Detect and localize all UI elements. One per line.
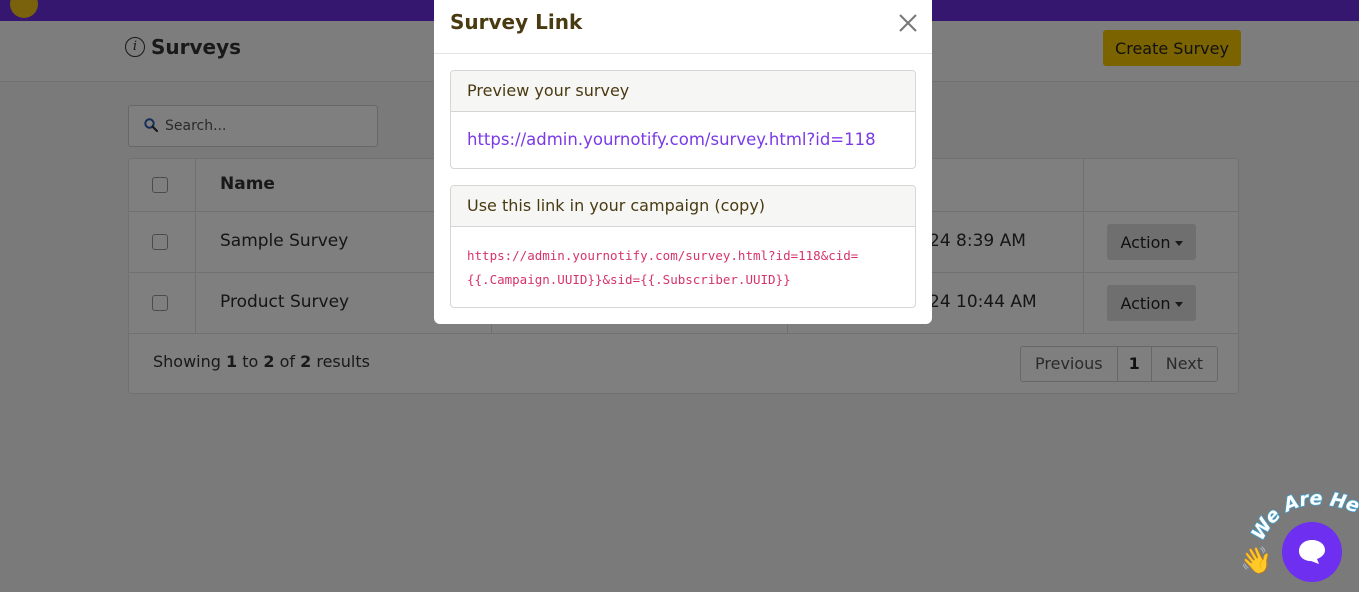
waving-hand-icon: 👋 — [1240, 546, 1273, 576]
close-icon[interactable] — [897, 12, 919, 34]
preview-panel: Preview your survey https://admin.yourno… — [450, 70, 916, 169]
campaign-link-heading: Use this link in your campaign (copy) — [451, 186, 915, 227]
survey-link-modal: Survey Link Preview your survey https://… — [434, 0, 932, 324]
preview-heading: Preview your survey — [451, 71, 915, 112]
chat-icon — [1299, 540, 1325, 564]
preview-survey-link[interactable]: https://admin.yournotify.com/survey.html… — [467, 130, 876, 149]
campaign-link-code[interactable]: https://admin.yournotify.com/survey.html… — [467, 244, 897, 292]
campaign-link-panel: Use this link in your campaign (copy) ht… — [450, 185, 916, 308]
modal-title: Survey Link — [450, 10, 583, 34]
modal-header: Survey Link — [434, 0, 932, 54]
